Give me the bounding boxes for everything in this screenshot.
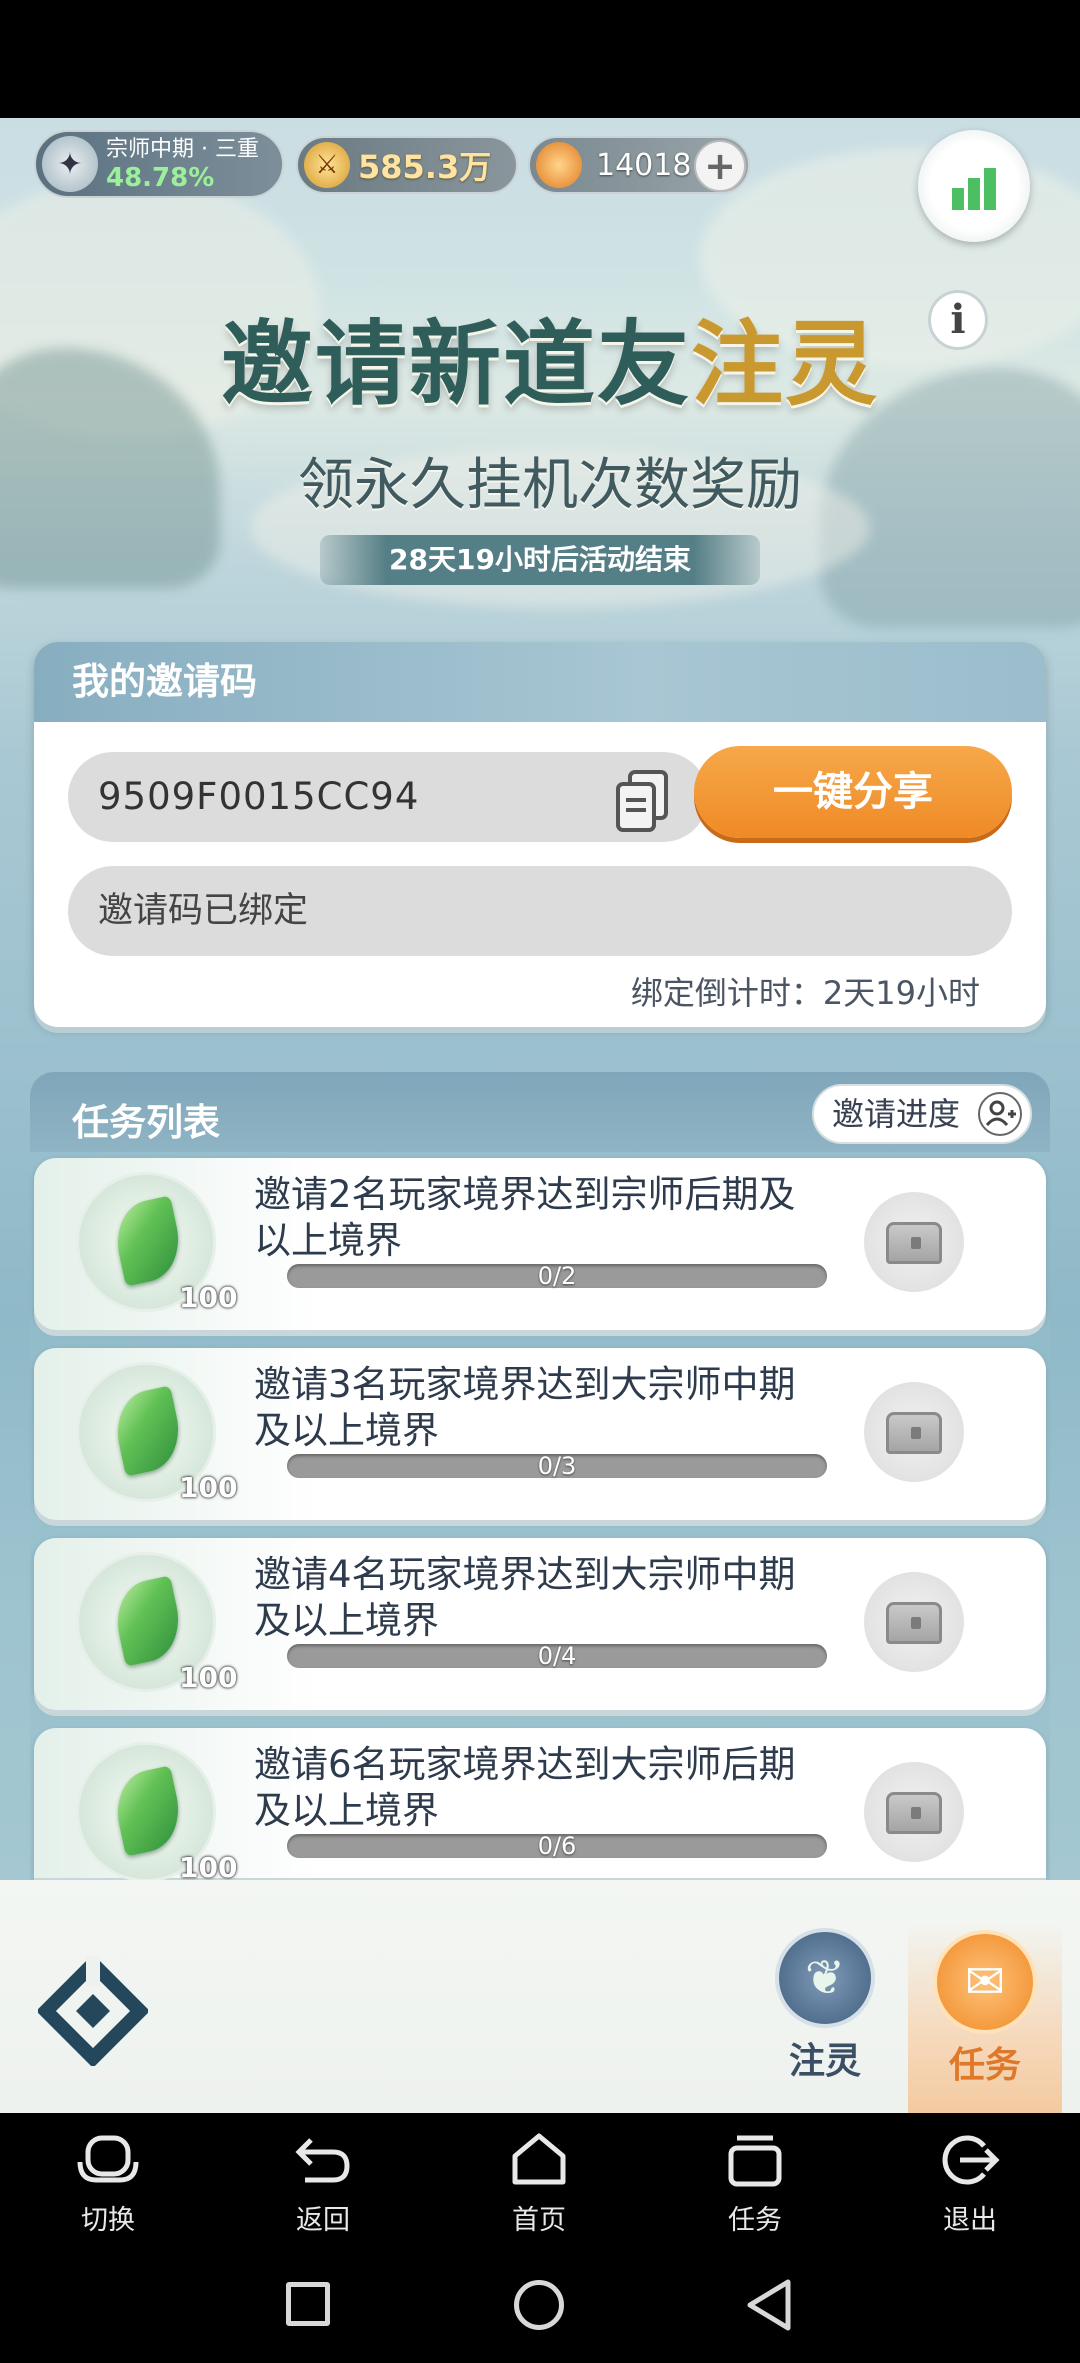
power-pill[interactable]: ⚔ 585.3万 <box>296 136 518 194</box>
event-countdown: 28天19小时后活动结束 <box>320 535 760 585</box>
task-progress-bar: 0/6 <box>287 1832 827 1860</box>
share-button-label: 一键分享 <box>773 769 933 815</box>
info-icon[interactable]: i <box>928 290 988 350</box>
banner-title: 邀请新道友注灵 <box>150 290 950 418</box>
game-view: ✦ 宗师中期 · 三重 48.78% ⚔ 585.3万 14018 + 邀请新道… <box>0 118 1080 2113</box>
task-panel-title: 任务列表 <box>72 1101 220 1144</box>
scroll-icon: ✉ <box>933 1930 1037 2034</box>
banner-title-highlight: 注灵 <box>691 311 880 418</box>
task-title: 邀请2名玩家境界达到宗师后期及以上境界 <box>254 1173 796 1262</box>
home-icon <box>504 2130 574 2190</box>
nav-exit-label: 退出 <box>943 2205 997 2236</box>
bind-status-field: 邀请码已绑定 <box>68 866 1012 956</box>
invite-code-value: 9509F0015CC94 <box>98 775 420 818</box>
nav-switch-label: 切换 <box>81 2205 135 2236</box>
task-progress-text: 0/2 <box>537 1262 577 1290</box>
reward-count: 100 <box>179 1471 238 1504</box>
reward-icon: 100 <box>76 1362 237 1504</box>
task-progress-text: 0/4 <box>537 1642 577 1670</box>
banner-subtitle: 领永久挂机次数奖励 <box>298 453 802 518</box>
nav-switch[interactable]: 切换 <box>48 2130 168 2237</box>
task-progress-text: 0/6 <box>537 1832 577 1860</box>
task-title: 邀请6名玩家境界达到大宗师后期及以上境界 <box>254 1743 796 1832</box>
task-item[interactable]: 100 邀请2名玩家境界达到宗师后期及以上境界 0/2 <box>34 1158 1046 1330</box>
exit-icon <box>935 2130 1005 2190</box>
copy-icon[interactable] <box>612 766 674 836</box>
bar-chart-icon[interactable] <box>918 130 1030 242</box>
android-recents-button[interactable] <box>286 2282 330 2326</box>
chest-body <box>886 1412 942 1454</box>
invite-progress-label: 邀请进度 <box>832 1095 961 1133</box>
chest-lock <box>911 1237 921 1249</box>
app-root: ✦ 宗师中期 · 三重 48.78% ⚔ 585.3万 14018 + 邀请新道… <box>0 0 1080 2363</box>
tab-tasks-label: 任务 <box>948 2045 1021 2086</box>
android-back-button[interactable] <box>744 2278 794 2332</box>
tab-inject[interactable]: ❦ 注灵 <box>760 1928 890 2103</box>
chest-body <box>886 1792 942 1834</box>
reward-count: 100 <box>179 1661 238 1694</box>
task-item[interactable]: 100 邀请6名玩家境界达到大宗师后期及以上境界 0/6 <box>34 1728 1046 1884</box>
coin-icon <box>536 142 582 188</box>
task-progress-bar: 0/4 <box>287 1642 827 1670</box>
nav-home-label: 首页 <box>512 2205 566 2236</box>
reward-icon: 100 <box>76 1552 237 1694</box>
reward-count: 100 <box>179 1281 238 1314</box>
treasure-chest-icon[interactable] <box>864 1382 964 1482</box>
chest-lock <box>911 1807 921 1819</box>
nav-tasks[interactable]: 任务 <box>695 2130 815 2237</box>
task-item[interactable]: 100 邀请3名玩家境界达到大宗师中期及以上境界 0/3 <box>34 1348 1046 1520</box>
chest-body <box>886 1222 942 1264</box>
realm-pill[interactable]: ✦ 宗师中期 · 三重 48.78% <box>34 130 284 198</box>
power-value: 585.3万 <box>358 148 492 186</box>
tasks-icon <box>720 2130 790 2190</box>
task-progress-bar: 0/3 <box>287 1452 827 1480</box>
jade-leaf-icon <box>109 1385 187 1477</box>
nav-back-label: 返回 <box>296 2205 350 2236</box>
task-title: 邀请3名玩家境界达到大宗师中期及以上境界 <box>254 1363 796 1452</box>
realm-label: 宗师中期 · 三重 <box>106 137 259 162</box>
treasure-chest-icon[interactable] <box>864 1192 964 1292</box>
currency-value: 14018 <box>596 147 692 183</box>
leaf-icon: ❦ <box>775 1928 875 2028</box>
event-countdown-text: 28天19小时后活动结束 <box>389 543 691 576</box>
currency-pill[interactable]: 14018 + <box>528 136 750 194</box>
share-button[interactable]: 一键分享 <box>694 746 1012 838</box>
tab-inject-label: 注灵 <box>788 2041 861 2082</box>
logo-icon[interactable] <box>36 1954 150 2068</box>
jade-leaf-icon <box>109 1765 187 1857</box>
task-title: 邀请4名玩家境界达到大宗师中期及以上境界 <box>254 1553 796 1642</box>
bind-status-text: 邀请码已绑定 <box>98 891 309 931</box>
jade-leaf-icon <box>109 1195 187 1287</box>
reward-icon: 100 <box>76 1172 237 1314</box>
tab-tasks[interactable]: ✉ 任务 <box>908 1922 1062 2113</box>
switch-icon <box>73 2130 143 2190</box>
back-icon <box>288 2130 358 2190</box>
nav-tasks-label: 任务 <box>728 2205 782 2236</box>
nav-back[interactable]: 返回 <box>263 2130 383 2237</box>
plus-icon[interactable]: + <box>694 140 746 192</box>
invite-panel: 我的邀请码 9509F0015CC94 一键分享 邀请码已绑定 绑定倒计时：2天… <box>34 642 1046 1027</box>
realm-percent: 48.78% <box>106 163 215 193</box>
task-item[interactable]: 100 邀请4名玩家境界达到大宗师中期及以上境界 0/4 <box>34 1538 1046 1710</box>
banner-title-main: 邀请新道友 <box>220 311 691 418</box>
task-progress-text: 0/3 <box>537 1452 577 1480</box>
reward-icon: 100 <box>76 1742 237 1884</box>
bind-countdown: 绑定倒计时：2天19小时 <box>630 974 980 1012</box>
android-home-button[interactable] <box>514 2280 564 2330</box>
avatar: ✦ <box>42 136 98 192</box>
invite-panel-title: 我的邀请码 <box>72 660 257 703</box>
jade-leaf-icon <box>109 1575 187 1667</box>
chest-lock <box>911 1427 921 1439</box>
nav-exit[interactable]: 退出 <box>910 2130 1030 2237</box>
treasure-chest-icon[interactable] <box>864 1762 964 1862</box>
chest-lock <box>911 1617 921 1629</box>
user-add-icon <box>978 1092 1022 1136</box>
sword-icon: ⚔ <box>304 142 350 188</box>
treasure-chest-icon[interactable] <box>864 1572 964 1672</box>
invite-panel-header: 我的邀请码 <box>34 642 1046 722</box>
chest-body <box>886 1602 942 1644</box>
invite-progress-button[interactable]: 邀请进度 <box>812 1084 1032 1144</box>
task-progress-bar: 0/2 <box>287 1262 827 1290</box>
nav-home[interactable]: 首页 <box>479 2130 599 2237</box>
